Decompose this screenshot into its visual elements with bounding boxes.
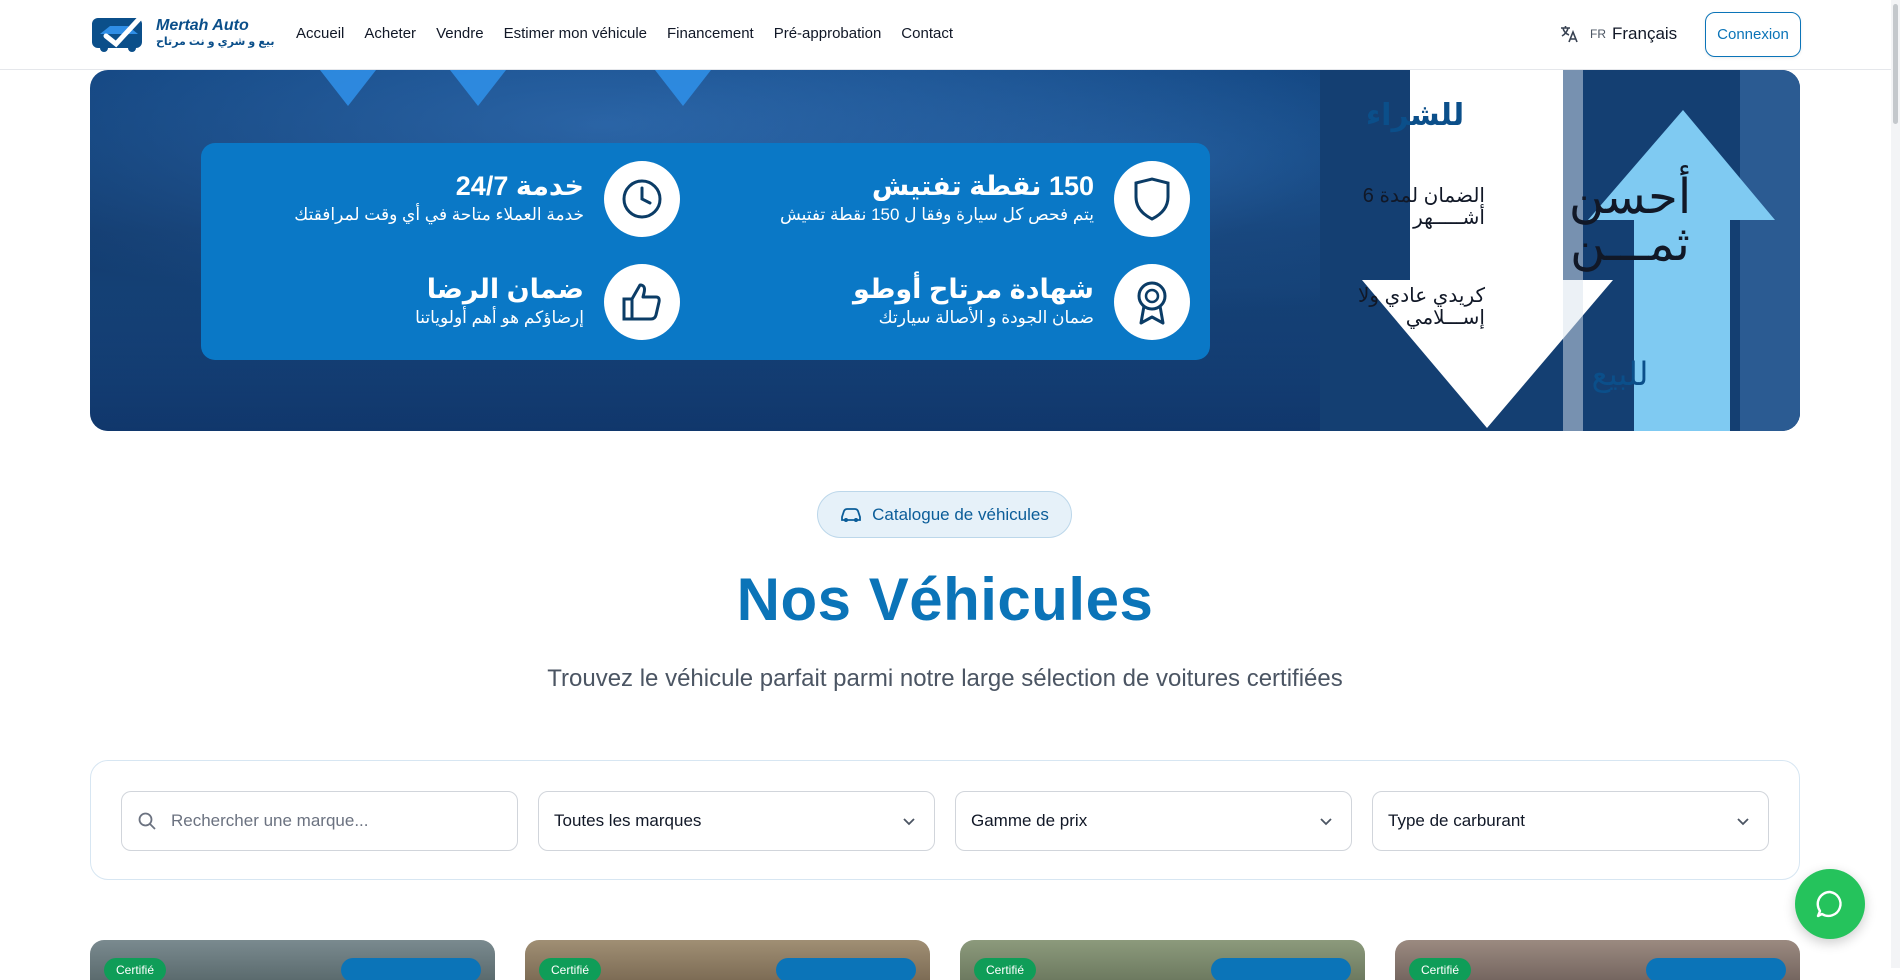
nav-accueil[interactable]: Accueil [296,25,344,42]
feature-desc: إرضاؤكم هو أهم أولوياتنا [415,307,584,327]
chat-bubble-icon [1816,890,1842,918]
promo-banner: 150 نقطة تفتيش يتم فحص كل سيارة وفقا ل 1… [90,70,1800,431]
nav-financement[interactable]: Financement [667,25,754,42]
certified-badge: Certifié [1409,958,1472,980]
shield-icon [1114,161,1190,237]
fuel-select-value: Type de carburant [1388,811,1526,830]
translate-icon [1561,26,1578,43]
page-title: Nos Véhicules [736,566,1154,633]
feature-support: خدمة 24/7 خدمة العملاء متاحة في أي وقت ل… [294,161,680,237]
lamp-decoration [450,70,506,106]
vehicle-card[interactable]: Certifié [525,940,930,980]
certified-badge: Certifié [104,958,167,980]
thumbs-up-icon [604,264,680,340]
feature-title: خدمة 24/7 [455,171,584,202]
site-header: Mertah Auto بيع و شري و نت مرتاح Accueil… [0,0,1900,70]
vehicle-grid: Certifié Certifié Certifié Certifié [90,940,1800,980]
brand-select[interactable]: Toutes les marques [538,791,935,851]
logo-car-icon [92,15,143,52]
feature-title: ضمان الرضا [426,274,584,305]
vehicle-card[interactable]: Certifié [90,940,495,980]
brand-select-value: Toutes les marques [554,811,702,830]
features-card: 150 نقطة تفتيش يتم فحص كل سيارة وفقا ل 1… [201,143,1210,360]
nav-acheter[interactable]: Acheter [364,25,416,42]
login-button[interactable]: Connexion [1705,12,1801,57]
chevron-down-icon [903,818,915,826]
credit-text: كريدي عادي ولا إســـلامي [1357,285,1485,329]
logo-subtitle: بيع و شري و نت مرتاح [156,36,275,48]
vehicle-card[interactable]: Certifié [1395,940,1800,980]
feature-certificate: شهادة مرتاح أوطو ضمان الجودة و الأصالة س… [853,264,1190,340]
arrow-buy-label: للشراء [1365,99,1465,132]
nav-pre-approbation[interactable]: Pré-approbation [774,25,882,42]
clock-icon [604,161,680,237]
logo-title: Mertah Auto [156,17,249,34]
feature-satisfaction: ضمان الرضا إرضاؤكم هو أهم أولوياتنا [415,264,680,340]
feature-title: شهادة مرتاح أوطو [853,274,1094,305]
language-name: Français [1612,24,1678,43]
main-nav: Accueil Acheter Vendre Estimer mon véhic… [296,25,953,42]
feature-inspection: 150 نقطة تفتيش يتم فحص كل سيارة وفقا ل 1… [780,161,1190,237]
nav-estimer[interactable]: Estimer mon véhicule [504,25,647,42]
feature-desc: خدمة العملاء متاحة في أي وقت لمرافقتك [294,204,584,224]
award-icon [1114,264,1190,340]
chevron-down-icon [1737,818,1749,826]
lamp-decoration [320,70,376,106]
certified-badge: Certifié [974,958,1037,980]
catalogue-pill-label: Catalogue de véhicules [872,504,1049,524]
price-tag [1646,958,1786,980]
best-price-line-2: ثمـــن [1570,218,1690,271]
lamp-decoration [655,70,711,106]
fuel-select[interactable]: Type de carburant [1372,791,1769,851]
price-tag [776,958,916,980]
price-select[interactable]: Gamme de prix [955,791,1352,851]
logo[interactable]: Mertah Auto بيع و شري و نت مرتاح [90,12,274,54]
price-tag [341,958,481,980]
nav-contact[interactable]: Contact [901,25,953,42]
price-tag [1211,958,1351,980]
filter-bar: Toutes les marques Gamme de prix Type de… [90,760,1800,880]
arrow-sell-label: للبيع [1591,356,1649,392]
feature-title: 150 نقطة تفتيش [871,171,1094,202]
scrollbar-thumb[interactable] [1893,4,1898,124]
best-price-line-1: أحسن [1568,171,1692,224]
car-icon [841,507,862,522]
page-subtitle: Trouvez le véhicule parfait parmi notre … [547,665,1343,692]
language-switcher[interactable]: FR Français [1558,23,1677,45]
warranty-text: الضمان لمدة 6 أشـــــهر [1362,185,1485,229]
feature-desc: يتم فحص كل سيارة وفقا ل 150 نقطة تفتيش [779,204,1094,224]
search-input[interactable] [171,811,502,831]
scrollbar-track[interactable] [1891,0,1900,968]
language-code: FR [1590,27,1606,41]
chevron-down-icon [1320,818,1332,826]
catalogue-pill: Catalogue de véhicules [817,491,1072,538]
search-field[interactable] [121,791,518,851]
feature-desc: ضمان الجودة و الأصالة سيارتك [878,307,1094,327]
certified-badge: Certifié [539,958,602,980]
nav-vendre[interactable]: Vendre [436,25,484,42]
price-select-value: Gamme de prix [971,811,1088,830]
whatsapp-chat-button[interactable] [1795,869,1865,939]
vehicle-card[interactable]: Certifié [960,940,1365,980]
search-icon [138,812,156,830]
